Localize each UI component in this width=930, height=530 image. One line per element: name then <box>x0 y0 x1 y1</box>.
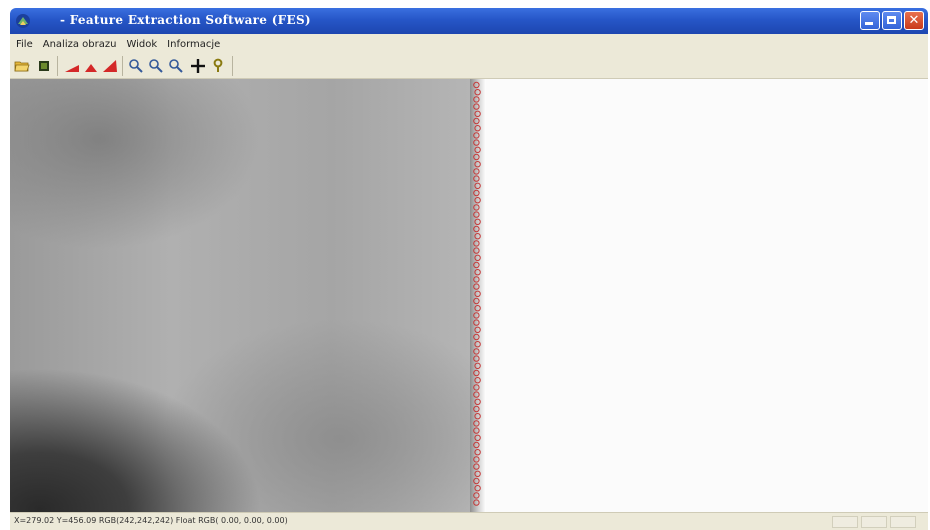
edge-point-marker <box>473 499 480 506</box>
toolbar <box>10 54 928 79</box>
toolbar-separator <box>122 56 123 76</box>
edge-point-marker <box>473 261 480 269</box>
title-bar: - Feature Extraction Software (FES) ✕ <box>10 8 928 34</box>
edge-point-marker <box>473 168 480 175</box>
edge-point-marker <box>474 161 481 168</box>
result-view[interactable] <box>486 79 928 512</box>
edge-point-marker <box>474 341 481 348</box>
toolbar-separator <box>232 56 233 76</box>
edge-point-marker <box>473 153 480 161</box>
red-wedge-icon[interactable] <box>64 58 80 74</box>
zoom-out-icon[interactable] <box>148 58 164 74</box>
edge-point-marker <box>473 405 480 413</box>
edge-point-marker <box>473 384 480 391</box>
edge-point-marker <box>473 189 480 197</box>
edge-point-marker <box>473 427 480 434</box>
edge-point-marker <box>473 103 480 110</box>
menu-file[interactable]: File <box>16 39 33 50</box>
red-triangle-icon[interactable] <box>83 58 99 74</box>
zoom-in-icon[interactable] <box>128 58 144 74</box>
edge-point-marker <box>473 81 480 89</box>
status-coordinates: X=279.02 Y=456.09 RGB(242,242,242) Float… <box>14 516 288 525</box>
minimize-icon <box>865 22 873 25</box>
edge-point-marker <box>473 391 480 398</box>
edge-point-marker <box>473 312 480 319</box>
edge-point-marker <box>473 355 480 362</box>
menu-informacje[interactable]: Informacje <box>167 39 220 50</box>
edge-point-marker <box>473 175 480 182</box>
edge-point-marker <box>474 413 481 420</box>
menu-analiza-obrazu[interactable]: Analiza obrazu <box>43 39 117 50</box>
grid-icon[interactable] <box>36 58 52 74</box>
minimize-button[interactable] <box>860 11 880 30</box>
zoom-reset-icon[interactable] <box>168 58 184 74</box>
edge-point-marker <box>473 333 480 341</box>
edge-point-marker <box>473 225 480 233</box>
edge-point-marker <box>474 110 481 117</box>
status-panel <box>832 516 858 528</box>
edge-point-marker <box>473 96 480 103</box>
edge-point-marker <box>474 470 481 477</box>
edge-point-marker <box>474 449 481 456</box>
edge-point-marker <box>473 247 480 254</box>
edge-point-marker <box>474 485 481 492</box>
edge-point-marker <box>474 218 481 226</box>
maximize-button[interactable] <box>882 11 902 30</box>
edge-point-marker <box>474 398 481 405</box>
edge-point-markers <box>473 81 481 506</box>
edge-point-marker <box>473 117 480 125</box>
toolbar-separator <box>57 56 58 76</box>
edge-point-marker <box>473 276 480 283</box>
menu-widok[interactable]: Widok <box>126 39 157 50</box>
edge-point-marker <box>473 441 480 449</box>
edge-point-marker <box>473 211 480 218</box>
edge-point-marker <box>474 326 481 334</box>
edge-point-marker <box>474 434 481 441</box>
edge-point-marker <box>473 456 480 463</box>
edge-point-marker <box>474 146 481 154</box>
maximize-icon <box>887 16 896 24</box>
close-button[interactable]: ✕ <box>904 11 924 30</box>
edge-point-marker <box>473 204 480 211</box>
grayscale-image-view[interactable] <box>10 79 470 512</box>
edge-point-marker <box>473 297 480 305</box>
edge-point-marker <box>473 139 480 146</box>
edge-point-marker <box>474 269 481 276</box>
app-icon <box>16 14 30 28</box>
edge-point-marker <box>473 348 480 355</box>
edge-point-marker <box>474 305 481 312</box>
edge-point-marker <box>474 197 481 204</box>
edge-point-marker <box>474 377 481 384</box>
edge-point-marker <box>473 132 480 139</box>
edge-point-marker <box>473 477 480 485</box>
edge-point-marker <box>473 420 480 427</box>
edge-point-marker <box>474 254 481 262</box>
status-bar: X=279.02 Y=456.09 RGB(242,242,242) Float… <box>10 512 928 530</box>
edge-point-marker <box>474 125 481 132</box>
workspace <box>10 79 928 512</box>
edge-point-marker <box>474 233 481 240</box>
edge-point-marker <box>473 283 480 290</box>
close-icon: ✕ <box>908 13 920 28</box>
edge-point-marker <box>474 290 481 298</box>
edge-point-marker <box>473 369 480 377</box>
menu-bar: File Analiza obrazu Widok Informacje <box>10 34 928 54</box>
edge-point-marker <box>473 240 480 247</box>
open-folder-icon[interactable] <box>14 58 30 74</box>
help-icon[interactable] <box>210 58 226 74</box>
edge-point-marker <box>474 362 481 369</box>
edge-point-marker <box>473 319 480 326</box>
status-panel <box>861 516 887 528</box>
edge-point-marker <box>474 89 481 96</box>
edge-point-marker <box>473 492 480 499</box>
red-wedge-large-icon[interactable] <box>102 58 118 74</box>
edge-point-marker <box>474 182 481 190</box>
crosshair-icon[interactable] <box>190 58 206 74</box>
window-title: - Feature Extraction Software (FES) <box>60 13 311 27</box>
status-panel <box>890 516 916 528</box>
edge-point-marker <box>473 463 480 470</box>
